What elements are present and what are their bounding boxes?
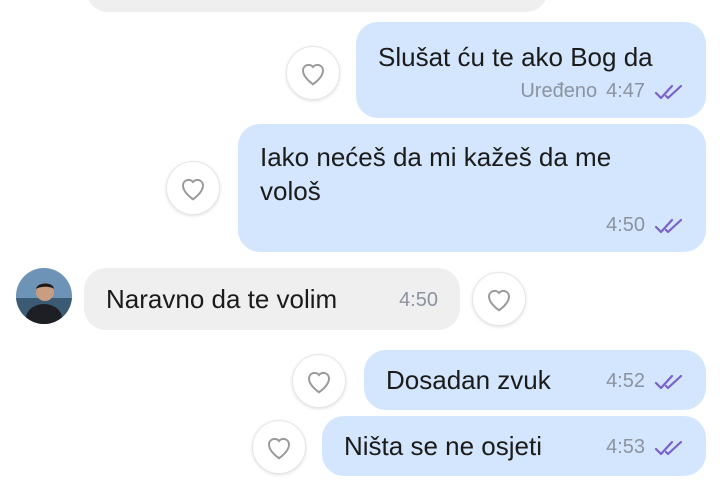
message-text: Slušat ću te ako Bog da xyxy=(378,42,653,72)
message-time: 4:52 xyxy=(606,370,645,392)
message-text-line-2: vološ xyxy=(260,176,321,206)
message-meta: 4:53 xyxy=(606,436,684,459)
message-bubble-partial[interactable] xyxy=(86,0,548,12)
message-text: Dosadan zvuk xyxy=(386,365,551,395)
outgoing-message-bubble[interactable]: Iako nećeš da mi kažeš da me vološ 4:50 xyxy=(238,124,706,252)
double-check-icon xyxy=(654,84,683,99)
message-meta: 4:50 xyxy=(399,289,438,312)
message-time: 4:50 xyxy=(399,289,438,311)
avatar[interactable] xyxy=(16,268,72,324)
double-check-icon xyxy=(654,440,683,455)
edited-label: Uređeno xyxy=(520,80,598,102)
avatar-image xyxy=(16,268,72,324)
outgoing-message-bubble[interactable]: Ništa se ne osjeti 4:53 xyxy=(322,416,706,476)
react-heart-button[interactable] xyxy=(472,272,526,326)
message-meta: 4:50 xyxy=(606,214,684,237)
message-time: 4:50 xyxy=(606,214,645,236)
message-text: Naravno da te volim xyxy=(106,284,338,314)
message-time: 4:47 xyxy=(606,80,645,102)
outgoing-message-bubble[interactable]: Slušat ću te ako Bog da Uređeno 4:47 xyxy=(356,22,706,118)
react-heart-button[interactable] xyxy=(166,161,220,215)
heart-outline-icon xyxy=(181,178,205,201)
heart-outline-icon xyxy=(487,289,511,312)
heart-outline-icon xyxy=(307,371,331,394)
react-heart-button[interactable] xyxy=(286,46,340,100)
double-check-icon xyxy=(654,218,683,233)
message-time: 4:53 xyxy=(606,436,645,458)
double-check-icon xyxy=(654,374,683,389)
react-heart-button[interactable] xyxy=(252,420,306,474)
message-meta: Uređeno 4:47 xyxy=(520,80,684,103)
heart-outline-icon xyxy=(301,63,325,86)
message-text-line-1: Iako nećeš da mi kažeš da me xyxy=(260,142,612,172)
message-meta: 4:52 xyxy=(606,370,684,393)
heart-outline-icon xyxy=(267,437,291,460)
outgoing-message-bubble[interactable]: Dosadan zvuk 4:52 xyxy=(364,350,706,410)
message-text: Ništa se ne osjeti xyxy=(344,431,542,461)
react-heart-button[interactable] xyxy=(292,354,346,408)
incoming-message-bubble[interactable]: Naravno da te volim 4:50 xyxy=(84,268,460,330)
